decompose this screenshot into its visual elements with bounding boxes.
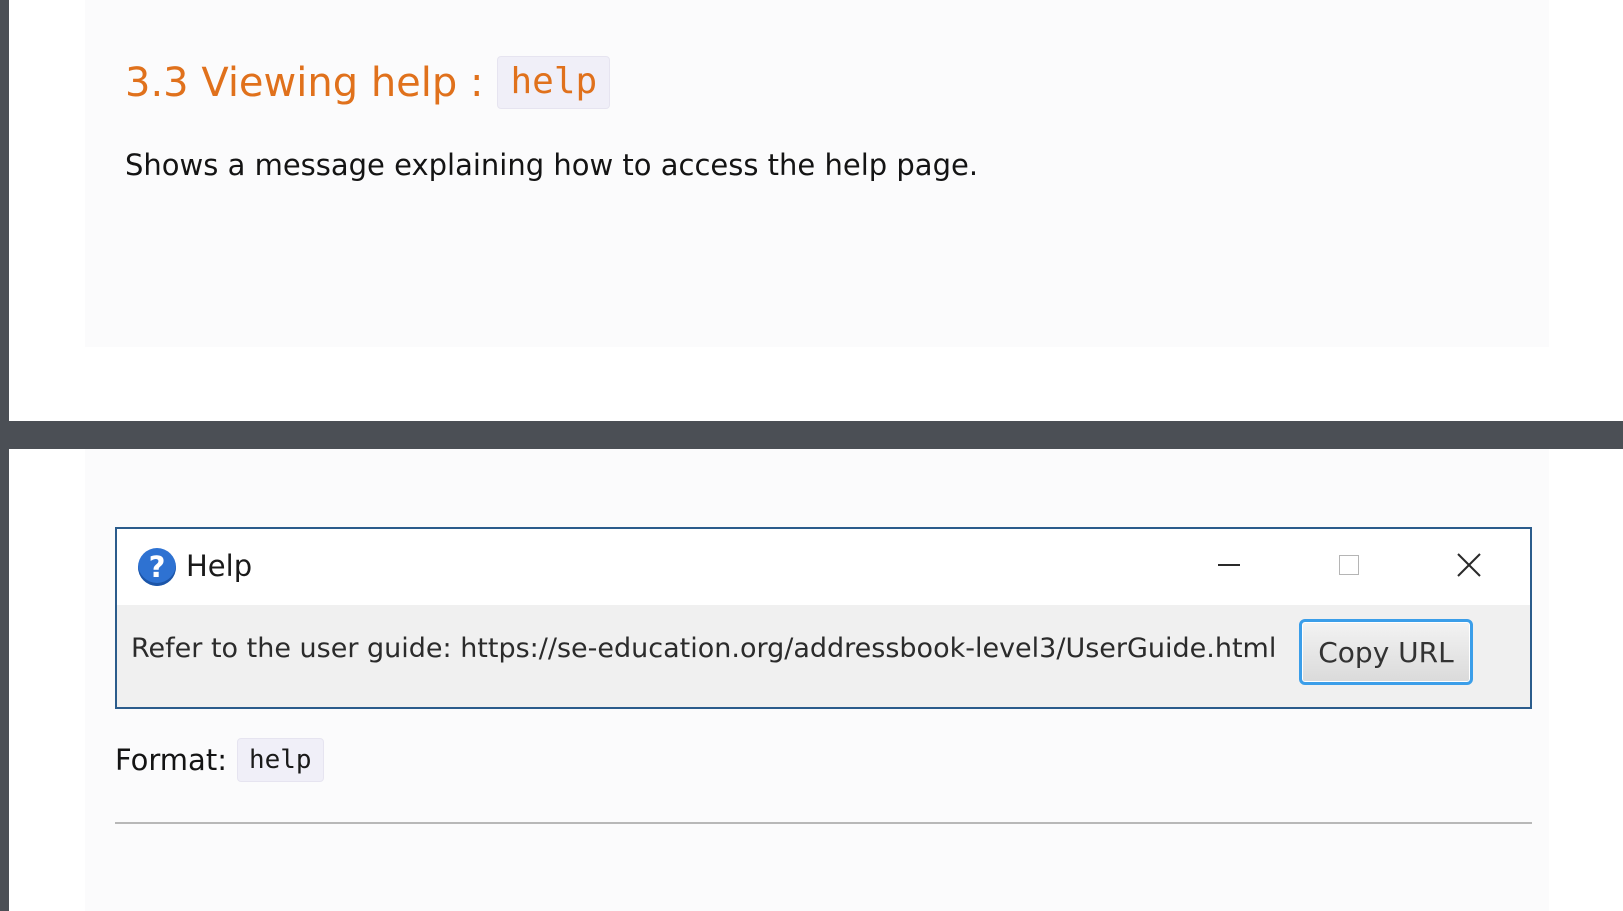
close-button[interactable]: [1439, 543, 1499, 587]
format-line: Format: help: [115, 738, 324, 782]
help-window-titlebar: ? Help: [117, 529, 1530, 605]
maximize-icon: [1339, 555, 1359, 575]
help-window-screenshot: ? Help Refer to the user guide: https://…: [115, 527, 1532, 709]
heading-command-code: help: [497, 56, 611, 109]
copy-url-button[interactable]: Copy URL: [1299, 619, 1473, 685]
document-page-top: 3.3 Viewing help : help Shows a message …: [9, 0, 1623, 421]
close-icon: [1457, 553, 1481, 577]
section-title: 3.3 Viewing help :: [125, 59, 484, 106]
format-label: Format:: [115, 743, 227, 777]
maximize-button[interactable]: [1319, 543, 1379, 587]
minimize-button[interactable]: [1199, 543, 1259, 587]
section-description: Shows a message explaining how to access…: [125, 148, 979, 182]
format-command-code: help: [236, 738, 324, 782]
section-divider: [115, 822, 1532, 824]
section-heading: 3.3 Viewing help : help: [125, 56, 611, 109]
help-window-title: Help: [186, 549, 253, 583]
help-message: Refer to the user guide: https://se-educ…: [131, 633, 1277, 664]
question-mark-icon: ?: [138, 548, 176, 586]
document-page-bottom: ? Help Refer to the user guide: https://…: [9, 449, 1623, 911]
minimize-icon: [1218, 564, 1240, 566]
